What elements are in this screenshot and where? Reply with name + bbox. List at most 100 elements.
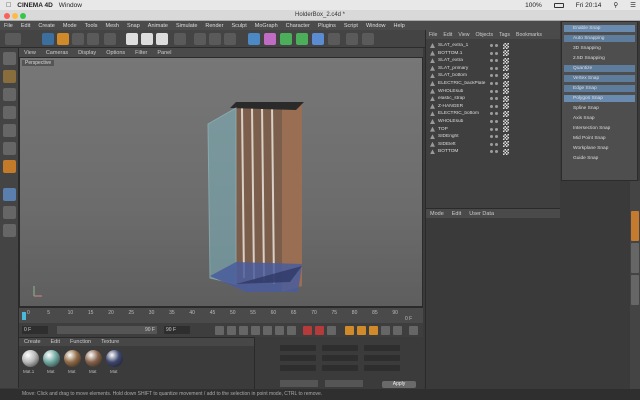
- holder-box-model[interactable]: [20, 58, 423, 307]
- key-scale-button[interactable]: [369, 326, 378, 335]
- editor-visibility-dot[interactable]: [490, 104, 493, 108]
- checker-material-tag-icon[interactable]: [503, 57, 509, 64]
- front-side-panel[interactable]: [207, 107, 237, 285]
- snap-menu-item[interactable]: Vertex Snap: [564, 75, 635, 82]
- editor-visibility-dot[interactable]: [490, 97, 493, 101]
- move-tool-button[interactable]: [57, 33, 69, 45]
- menu-tools[interactable]: Tools: [85, 23, 98, 29]
- editor-visibility-dot[interactable]: [490, 51, 493, 55]
- workplane-mode-button[interactable]: [3, 106, 16, 119]
- editor-visibility-dot[interactable]: [490, 142, 493, 146]
- render-visibility-dot[interactable]: [495, 97, 498, 101]
- menu-create[interactable]: Create: [38, 23, 55, 29]
- scale-tool-button[interactable]: [72, 33, 84, 45]
- key-position-button[interactable]: [345, 326, 354, 335]
- render-visibility-dot[interactable]: [495, 44, 498, 47]
- end-frame-field[interactable]: 90 F: [164, 326, 190, 334]
- timeline-ruler[interactable]: 0 5 10 15 20 25 30 35 40 45 50 55 60 65 70 75 80 85 90 0 F: [19, 307, 423, 323]
- camera-button[interactable]: [346, 33, 358, 45]
- editor-visibility-dot[interactable]: [490, 59, 493, 63]
- editor-visibility-dot[interactable]: [490, 66, 493, 70]
- render-visibility-dot[interactable]: [495, 112, 498, 116]
- object-menu-edit[interactable]: Edit: [443, 32, 452, 38]
- render-visibility-dot[interactable]: [495, 59, 498, 63]
- editor-visibility-dot[interactable]: [490, 44, 493, 47]
- size-z-field[interactable]: [322, 365, 358, 371]
- playhead-marker[interactable]: [22, 312, 26, 320]
- object-row[interactable]: ELECTRIC_bottom: [428, 110, 558, 117]
- menu-simulate[interactable]: Simulate: [176, 23, 197, 29]
- object-name[interactable]: WHOLEsub: [438, 89, 490, 94]
- minimize-window-button[interactable]: [12, 13, 18, 19]
- object-row[interactable]: elastic_strap: [428, 95, 558, 102]
- object-row[interactable]: SLAT_bottom: [428, 72, 558, 79]
- viewport-menu-filter[interactable]: Filter: [135, 50, 147, 56]
- subdivision-surface-button[interactable]: [280, 33, 292, 45]
- content-browser-tab[interactable]: [631, 275, 639, 305]
- menu-sculpt[interactable]: Sculpt: [231, 23, 246, 29]
- render-visibility-dot[interactable]: [495, 142, 498, 146]
- snap-settings-button[interactable]: [3, 224, 16, 237]
- scene-environment-button[interactable]: [328, 33, 340, 45]
- menu-mograph[interactable]: MoGraph: [255, 23, 278, 29]
- record-keys-button[interactable]: [303, 326, 312, 335]
- render-view-button[interactable]: [194, 33, 206, 45]
- menu-character[interactable]: Character: [286, 23, 310, 29]
- checker-material-tag-icon[interactable]: [503, 88, 509, 95]
- object-row[interactable]: WHOLEsub: [428, 88, 558, 95]
- viewport-menu-display[interactable]: Display: [78, 50, 96, 56]
- app-menu-title[interactable]: CINEMA 4D: [17, 2, 53, 9]
- checker-material-tag-icon[interactable]: [503, 50, 509, 57]
- menu-animate[interactable]: Animate: [148, 23, 168, 29]
- apple-icon[interactable]: : [6, 2, 11, 9]
- object-name[interactable]: BOTTOM: [438, 149, 490, 154]
- checker-material-tag-icon[interactable]: [503, 65, 509, 72]
- tweak-mode-button[interactable]: [3, 206, 16, 219]
- render-visibility-dot[interactable]: [495, 51, 498, 55]
- key-pla-button[interactable]: [393, 326, 402, 335]
- rotation-h-field[interactable]: [364, 345, 400, 351]
- object-name[interactable]: elastic_strap: [438, 96, 490, 101]
- object-menu-file[interactable]: File: [429, 32, 437, 38]
- object-name[interactable]: WHOLEsub: [438, 119, 490, 124]
- object-row[interactable]: TOP: [428, 126, 558, 133]
- editor-visibility-dot[interactable]: [490, 150, 493, 154]
- perspective-viewport[interactable]: Perspective: [19, 57, 423, 307]
- layers-tab[interactable]: [631, 243, 639, 273]
- object-name[interactable]: BOTTOM.1: [438, 51, 490, 56]
- play-button[interactable]: [251, 326, 260, 335]
- key-rotation-button[interactable]: [357, 326, 366, 335]
- menu-window[interactable]: Window: [366, 23, 386, 29]
- editor-visibility-dot[interactable]: [490, 135, 493, 139]
- close-window-button[interactable]: [4, 13, 10, 19]
- snap-menu-item[interactable]: 2.5D Snapping: [564, 55, 635, 62]
- snap-menu-item[interactable]: Enable Snap: [564, 25, 635, 32]
- viewport-menu-panel[interactable]: Panel: [157, 50, 171, 56]
- render-visibility-dot[interactable]: [495, 74, 498, 78]
- editor-visibility-dot[interactable]: [490, 120, 493, 123]
- object-menu-view[interactable]: View: [458, 32, 469, 38]
- undo-button[interactable]: [5, 33, 21, 45]
- menu-render[interactable]: Render: [205, 23, 223, 29]
- material-menu-texture[interactable]: Texture: [101, 339, 119, 345]
- checker-material-tag-icon[interactable]: [503, 80, 509, 87]
- y-axis-lock-button[interactable]: [141, 33, 153, 45]
- checker-material-tag-icon[interactable]: [503, 118, 509, 125]
- points-mode-button[interactable]: [3, 124, 16, 137]
- object-name[interactable]: SLAT_extra: [438, 58, 490, 63]
- attribute-menu-mode[interactable]: Mode: [430, 211, 444, 217]
- material-swatch[interactable]: [64, 350, 81, 367]
- render-visibility-dot[interactable]: [495, 82, 498, 85]
- z-axis-lock-button[interactable]: [156, 33, 168, 45]
- object-row[interactable]: BOTTOM.1: [428, 50, 558, 57]
- x-axis-lock-button[interactable]: [126, 33, 138, 45]
- next-key-button[interactable]: [275, 326, 284, 335]
- edges-mode-button[interactable]: [3, 142, 16, 155]
- viewport-menu-view[interactable]: View: [24, 50, 36, 56]
- timeline-options-button[interactable]: [409, 326, 418, 335]
- array-generator-button[interactable]: [296, 33, 308, 45]
- viewport-menu-options[interactable]: Options: [106, 50, 125, 56]
- object-row[interactable]: SLAT_extra_1: [428, 42, 558, 49]
- checker-material-tag-icon[interactable]: [503, 95, 509, 102]
- material-menu-create[interactable]: Create: [24, 339, 41, 345]
